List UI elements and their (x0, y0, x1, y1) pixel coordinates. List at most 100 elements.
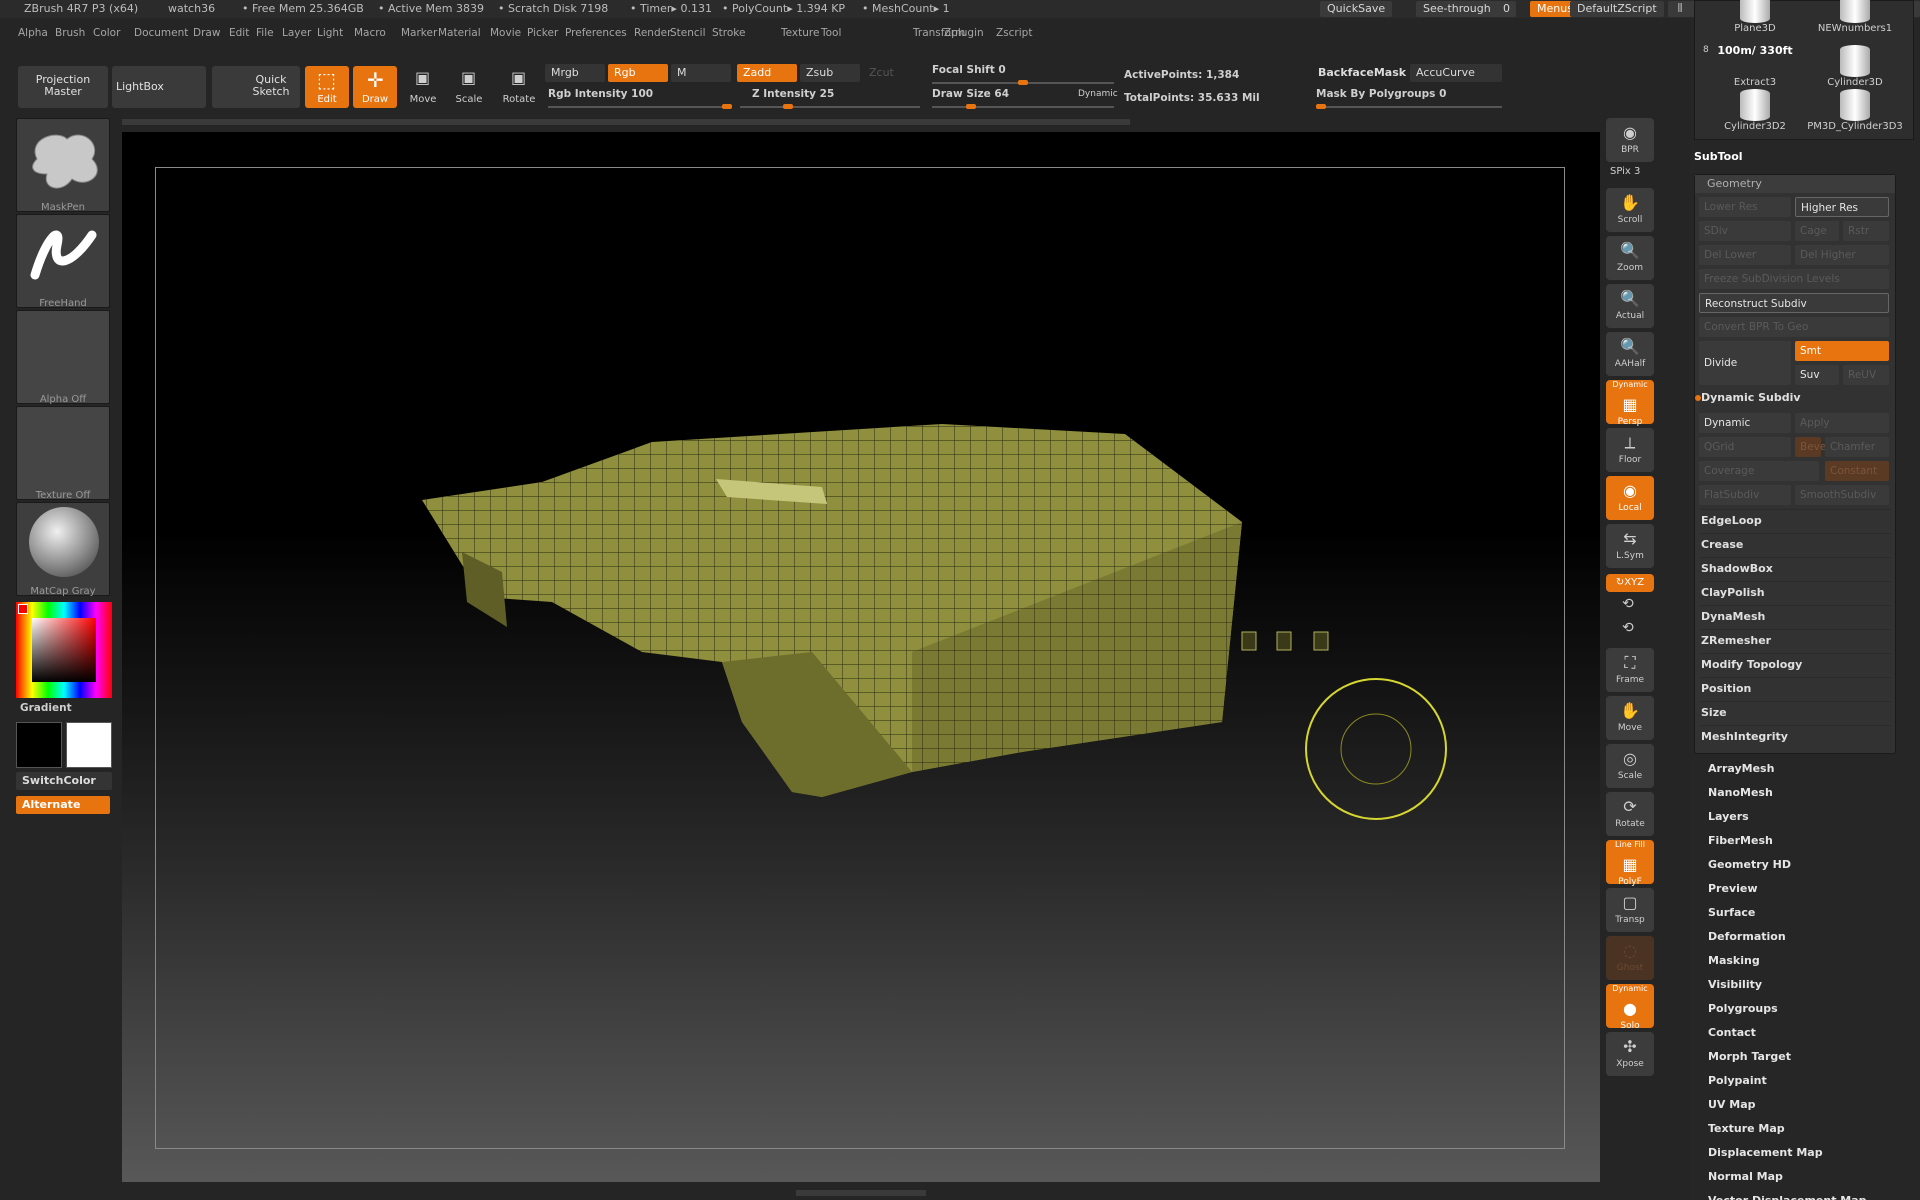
move-button[interactable]: ✋ Move (1606, 696, 1654, 740)
rotation-axis-icon[interactable]: ⟲ (1622, 620, 1634, 636)
palette-arraymesh[interactable]: ArrayMesh (1708, 762, 1774, 775)
menu-macro[interactable]: Macro (354, 27, 386, 39)
xpose-button[interactable]: ✣ Xpose (1606, 1032, 1654, 1076)
menu-edit[interactable]: Edit (229, 27, 249, 39)
m-button[interactable]: M (671, 64, 731, 82)
main-color-swatch[interactable] (18, 604, 28, 614)
qgrid-slider[interactable]: QGrid (1699, 437, 1791, 457)
color-square[interactable] (32, 618, 96, 682)
subtool-header[interactable]: SubTool (1694, 150, 1743, 163)
geometry-header[interactable]: Geometry (1695, 175, 1895, 193)
geometry-dynamesh[interactable]: DynaMesh (1701, 605, 1891, 623)
flatsubdiv-slider[interactable]: FlatSubdiv (1699, 485, 1791, 505)
higher-res-button[interactable]: Higher Res (1795, 197, 1889, 217)
layout-icon[interactable]: ⫼ (1668, 1, 1692, 17)
palette-polypaint[interactable]: Polypaint (1708, 1074, 1767, 1087)
convert-bpr-button[interactable]: Convert BPR To Geo (1699, 317, 1889, 337)
palette-masking[interactable]: Masking (1708, 954, 1760, 967)
smt-toggle[interactable]: Smt (1795, 341, 1889, 361)
draw-button[interactable]: ✛ Draw (353, 66, 397, 108)
top-shelf-scrollbar[interactable] (122, 119, 1130, 125)
geometry-shadowbox[interactable]: ShadowBox (1701, 557, 1891, 575)
frame-button[interactable]: ⛶ Frame (1606, 648, 1654, 692)
scale-button[interactable]: ◎ Scale (1606, 744, 1654, 788)
rotate-button[interactable]: ⟳ Rotate (1606, 792, 1654, 836)
dynamic-subdiv-header[interactable]: Dynamic Subdiv (1701, 391, 1891, 404)
palette-surface[interactable]: Surface (1708, 906, 1755, 919)
divide-button[interactable]: Divide (1699, 341, 1791, 385)
floor-button[interactable]: ⟂ Floor (1606, 428, 1654, 472)
palette-contact[interactable]: Contact (1708, 1026, 1756, 1039)
sdiv-slider[interactable]: SDiv (1699, 221, 1791, 241)
dynamic-button[interactable]: Dynamic (1699, 413, 1791, 433)
menu-movie[interactable]: Movie (490, 27, 521, 39)
alternate-button[interactable]: Alternate (16, 796, 110, 814)
scroll-button[interactable]: ✋ Scroll (1606, 188, 1654, 232)
palette-polygroups[interactable]: Polygroups (1708, 1002, 1778, 1015)
menu-marker[interactable]: Marker (401, 27, 437, 39)
aahalf-button[interactable]: 🔍 AAHalf (1606, 332, 1654, 376)
menu-alpha[interactable]: Alpha (18, 27, 48, 39)
menu-stroke[interactable]: Stroke (712, 27, 745, 39)
actual-button[interactable]: 🔍 Actual (1606, 284, 1654, 328)
cage-button[interactable]: Cage (1795, 221, 1839, 241)
zsub-button[interactable]: Zsub (800, 64, 860, 82)
geometry-size[interactable]: Size (1701, 701, 1891, 719)
palette-preview[interactable]: Preview (1708, 882, 1758, 895)
edit-button[interactable]: ⬚ Edit (305, 66, 349, 108)
polyf-button[interactable]: Line Fill ▦ PolyF (1606, 840, 1654, 887)
menu-color[interactable]: Color (93, 27, 120, 39)
chamfer-toggle[interactable]: Chamfer (1825, 437, 1889, 457)
freeze-subdivision-button[interactable]: Freeze SubDivision Levels (1699, 269, 1889, 289)
color-picker[interactable] (16, 602, 112, 698)
coverage-slider[interactable]: Coverage (1699, 461, 1819, 481)
palette-fibermesh[interactable]: FiberMesh (1708, 834, 1773, 847)
geometry-claypolish[interactable]: ClayPolish (1701, 581, 1891, 599)
palette-nanomesh[interactable]: NanoMesh (1708, 786, 1773, 799)
zadd-button[interactable]: Zadd (737, 64, 797, 82)
solo-button[interactable]: Dynamic ● Solo (1606, 984, 1654, 1031)
geometry-position[interactable]: Position (1701, 677, 1891, 695)
geometry-edgeloop[interactable]: EdgeLoop (1701, 509, 1891, 527)
menu-document[interactable]: Document (134, 27, 188, 39)
default-zscript-button[interactable]: DefaultZScript (1570, 1, 1664, 17)
palette-visibility[interactable]: Visibility (1708, 978, 1762, 991)
palette-morph-target[interactable]: Morph Target (1708, 1050, 1791, 1063)
primary-color-swatch[interactable] (16, 722, 62, 768)
suv-toggle[interactable]: Suv (1795, 365, 1839, 385)
lsym-button[interactable]: ⇆ L.Sym (1606, 524, 1654, 568)
persp-button[interactable]: Dynamic ▦ Persp (1606, 380, 1654, 427)
rgb-intensity-slider[interactable] (548, 104, 732, 109)
alpha-thumbnail[interactable]: Alpha Off (16, 310, 110, 405)
mrgb-button[interactable]: Mrgb (545, 64, 605, 82)
palette-uv-map[interactable]: UV Map (1708, 1098, 1756, 1111)
zoom-button[interactable]: 🔍 Zoom (1606, 236, 1654, 280)
quick-sketch-button[interactable]: Quick Sketch (212, 66, 300, 108)
subtool-cylinder3d[interactable]: Cylinder3D (1805, 45, 1905, 88)
secondary-color-swatch[interactable] (66, 722, 112, 768)
palette-deformation[interactable]: Deformation (1708, 930, 1786, 943)
reconstruct-subdiv-button[interactable]: Reconstruct Subdiv (1699, 293, 1889, 313)
menu-render[interactable]: Render (634, 27, 671, 39)
switch-color-button[interactable]: SwitchColor (16, 772, 112, 790)
menu-light[interactable]: Light (317, 27, 343, 39)
palette-displacement-map[interactable]: Displacement Map (1708, 1146, 1823, 1159)
menu-draw[interactable]: Draw (193, 27, 220, 39)
bpr-button[interactable]: ◉ BPR (1606, 118, 1654, 162)
stroke-thumbnail[interactable]: FreeHand (16, 214, 110, 309)
palette-normal-map[interactable]: Normal Map (1708, 1170, 1783, 1183)
rotate-button[interactable]: ▣ Rotate (499, 66, 539, 108)
z-intensity-slider[interactable] (740, 104, 920, 109)
smoothsubdiv-slider[interactable]: SmoothSubdiv (1795, 485, 1889, 505)
backface-mask-button[interactable]: BackfaceMask (1312, 64, 1408, 82)
brush-thumbnail[interactable]: MaskPen (16, 118, 110, 213)
menu-texture[interactable]: Texture (781, 27, 819, 39)
dynamic-toggle[interactable]: Dynamic (1078, 89, 1118, 99)
menu-layer[interactable]: Layer (282, 27, 311, 39)
material-thumbnail[interactable]: MatCap Gray (16, 502, 110, 597)
bottom-tray-handle[interactable] (796, 1190, 926, 1196)
local-button[interactable]: ◉ Local (1606, 476, 1654, 520)
rstr-button[interactable]: Rstr (1843, 221, 1889, 241)
lightbox-button[interactable]: LightBox (112, 66, 206, 108)
palette-geometry-hd[interactable]: Geometry HD (1708, 858, 1791, 871)
